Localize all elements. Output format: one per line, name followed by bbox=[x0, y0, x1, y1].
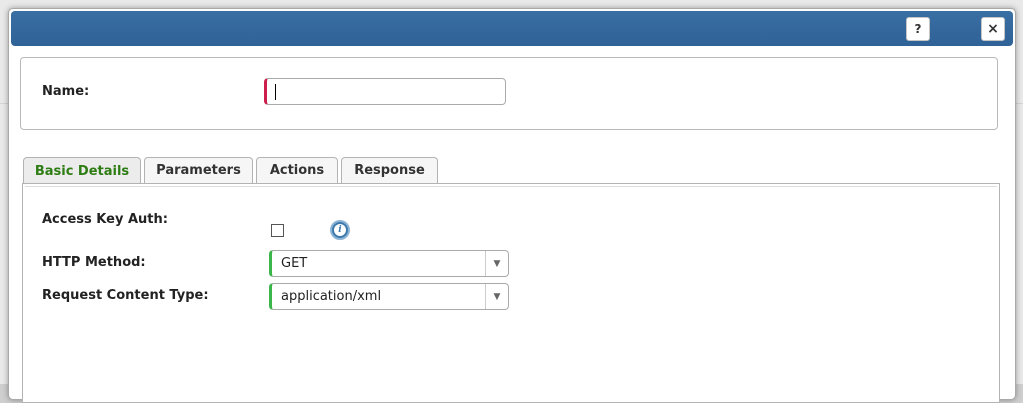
chevron-down-icon: ▼ bbox=[485, 284, 508, 309]
tab-parameters[interactable]: Parameters bbox=[144, 157, 253, 183]
access-key-auth-checkbox[interactable] bbox=[271, 224, 284, 237]
close-button[interactable]: × bbox=[981, 17, 1005, 41]
request-content-type-label: Request Content Type: bbox=[42, 288, 209, 303]
basic-details-panel: Access Key Auth: i HTTP Method: GET ▼ Re… bbox=[22, 183, 1000, 403]
tab-basic-details[interactable]: Basic Details bbox=[23, 157, 141, 184]
text-caret bbox=[275, 84, 276, 100]
name-label: Name: bbox=[42, 84, 90, 99]
http-method-label: HTTP Method: bbox=[42, 255, 146, 270]
help-button[interactable]: ? bbox=[906, 17, 930, 41]
tab-response[interactable]: Response bbox=[341, 157, 438, 183]
panel-content: Access Key Auth: i HTTP Method: GET ▼ Re… bbox=[25, 186, 997, 402]
request-content-type-value: application/xml bbox=[281, 289, 382, 304]
tab-actions[interactable]: Actions bbox=[256, 157, 338, 183]
dialog-titlebar[interactable]: ? × bbox=[11, 11, 1013, 46]
request-content-type-select[interactable]: application/xml ▼ bbox=[269, 283, 509, 310]
http-method-value: GET bbox=[281, 256, 308, 271]
name-input[interactable] bbox=[264, 78, 506, 105]
edit-dialog: ? × Name: Basic Details Parameters Actio… bbox=[8, 8, 1016, 403]
http-method-select[interactable]: GET ▼ bbox=[269, 250, 509, 277]
info-icon[interactable]: i bbox=[330, 220, 350, 240]
access-key-auth-label: Access Key Auth: bbox=[42, 212, 168, 227]
name-section: Name: bbox=[20, 57, 998, 130]
chevron-down-icon: ▼ bbox=[485, 251, 508, 276]
